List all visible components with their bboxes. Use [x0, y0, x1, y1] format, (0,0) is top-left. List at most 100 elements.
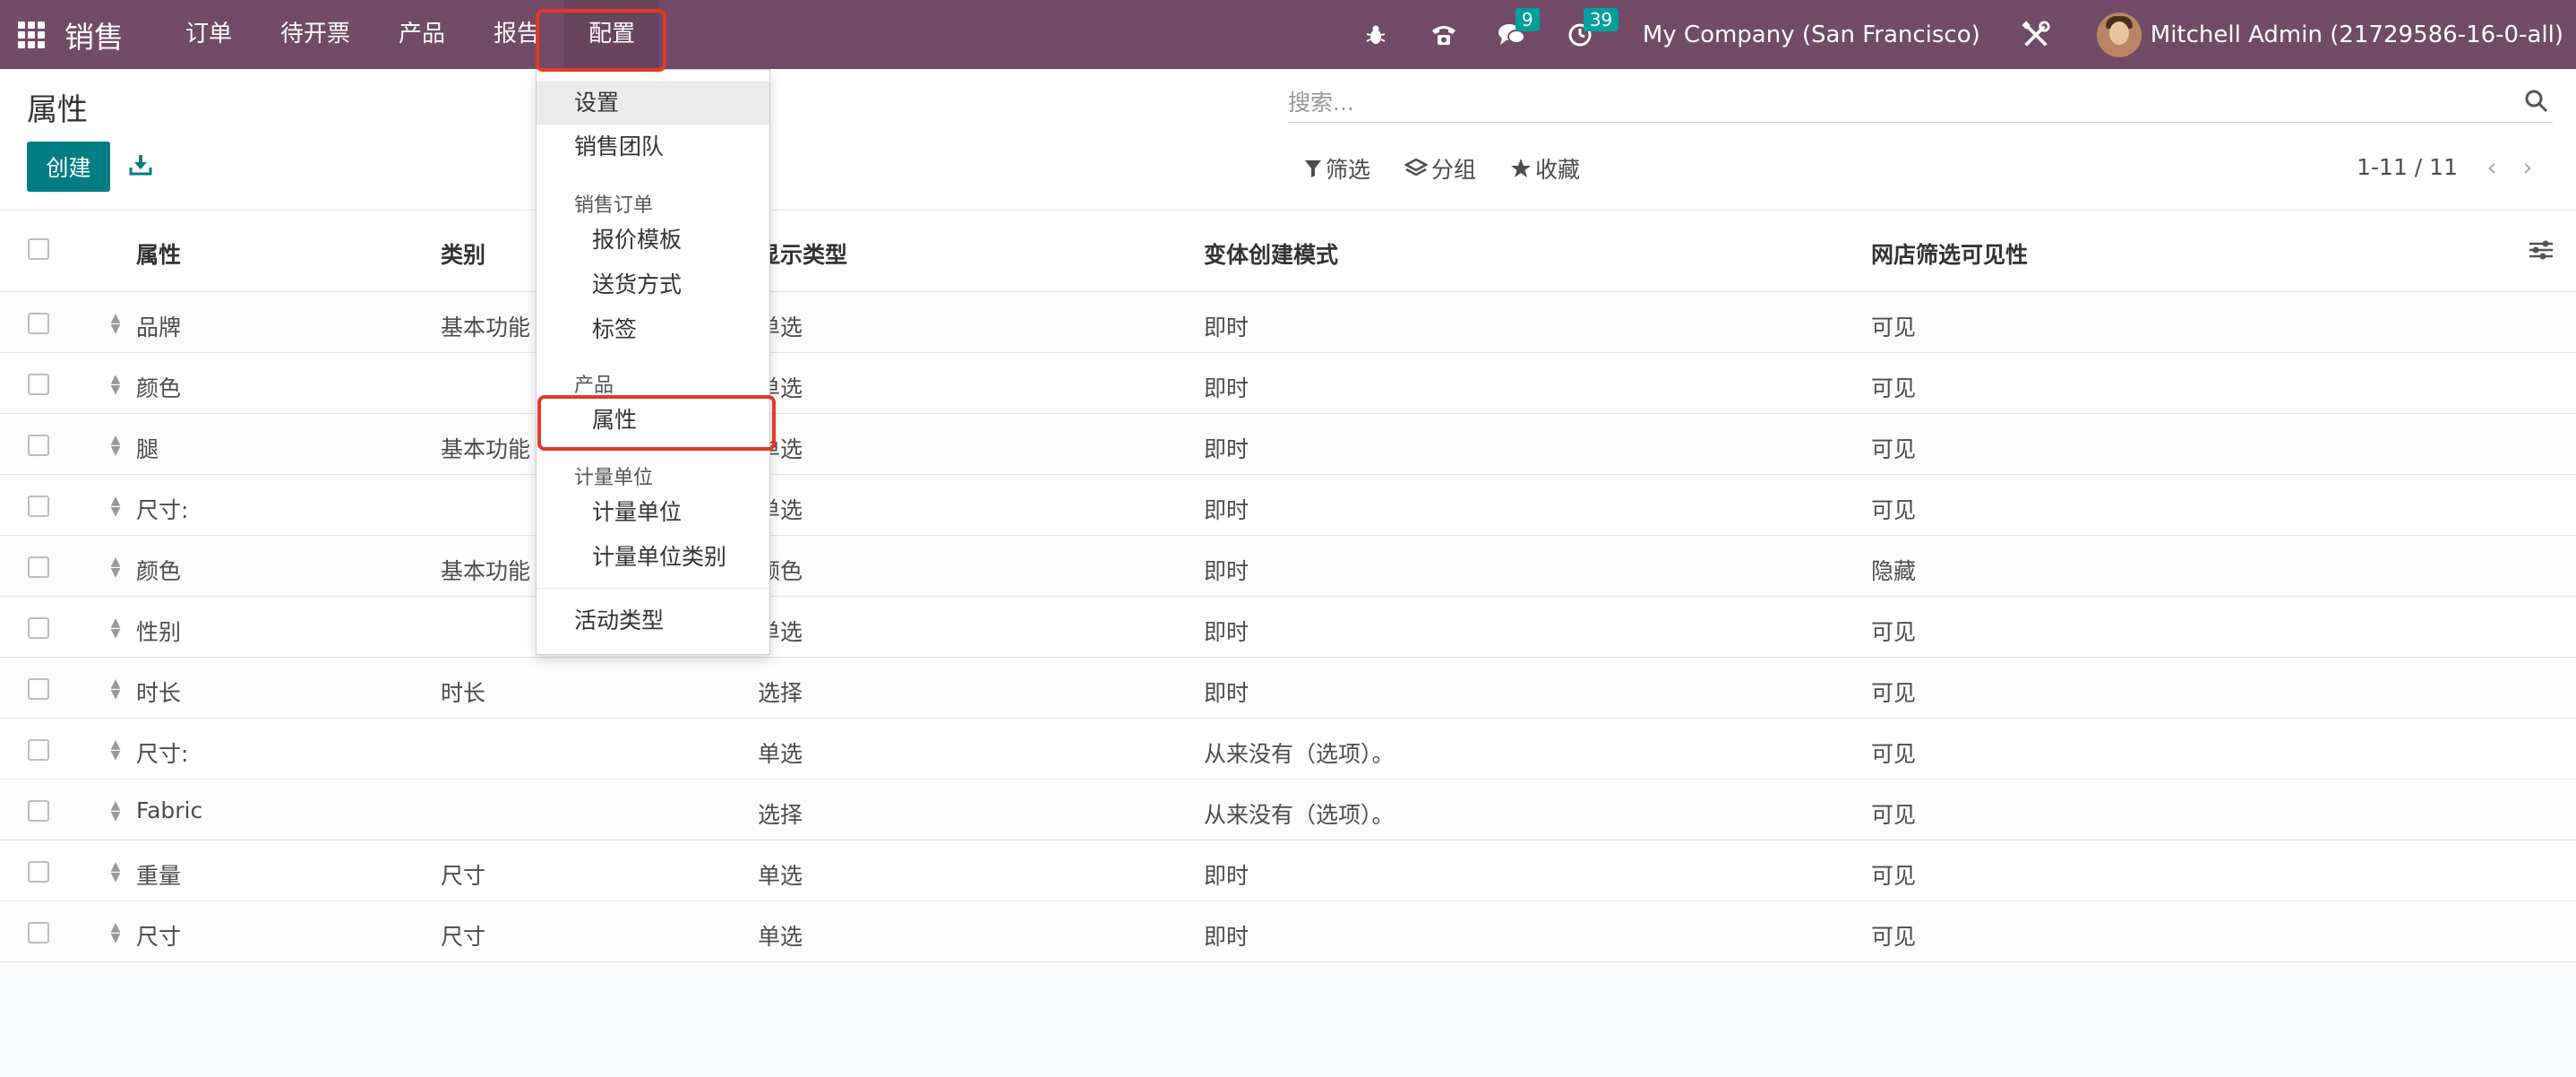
header-variant-creation[interactable]: 变体创建模式 — [1204, 237, 1338, 270]
menu-orders[interactable]: 订单 — [161, 0, 256, 69]
user-avatar[interactable] — [2096, 12, 2142, 57]
chevron-right-icon[interactable]: › — [2513, 152, 2542, 182]
drag-handle-icon[interactable]: ▲ ▼ — [108, 799, 123, 823]
cell-display-type: 单选 — [758, 863, 803, 889]
table-row[interactable]: ▲ ▼ 品牌 基本功能 单选 即时 可见 — [0, 292, 2576, 353]
drag-handle-icon[interactable]: ▲ ▼ — [108, 373, 123, 396]
cell-variant-creation: 即时 — [1204, 680, 1249, 706]
layers-icon — [1404, 158, 1429, 177]
optional-columns-icon[interactable] — [2528, 237, 2558, 264]
table-row[interactable]: ▲ ▼ 腿 基本功能 单选 即时 可见 — [0, 414, 2576, 475]
cell-variant-creation: 从来没有（选项）。 — [1204, 741, 1395, 767]
menu-to-invoice[interactable]: 待开票 — [256, 0, 374, 69]
drag-handle-icon[interactable]: ▲ ▼ — [108, 677, 123, 701]
cell-variant-creation: 即时 — [1204, 558, 1249, 584]
cell-display-type: 选择 — [758, 680, 803, 706]
drag-handle-icon[interactable]: ▲ ▼ — [108, 860, 123, 883]
search-bar — [1288, 83, 2553, 123]
debug-bug-icon[interactable] — [1361, 21, 1390, 49]
phone-icon[interactable] — [1430, 21, 1458, 49]
navbar-systray: 9 39 My Company (San Francisco) Mitchell… — [1342, 0, 2576, 69]
filters-button[interactable]: 筛选 — [1304, 152, 1370, 185]
cell-attribute: 腿 — [136, 436, 159, 462]
drag-handle-icon[interactable]: ▲ ▼ — [108, 434, 123, 457]
pager-value[interactable]: 1-11 / 11 — [2357, 154, 2458, 180]
table-row[interactable]: ▲ ▼ 重量 尺寸 单选 即时 可见 — [0, 840, 2576, 901]
row-checkbox[interactable] — [28, 922, 49, 943]
menu-section-sales-orders: 销售订单 — [574, 194, 654, 217]
row-checkbox[interactable] — [28, 739, 49, 761]
cell-visibility: 可见 — [1871, 497, 1917, 523]
menu-item-activity-types[interactable]: 活动类型 — [537, 599, 769, 642]
menu-item-quotation-templates[interactable]: 报价模板 — [537, 219, 769, 262]
group-by-button[interactable]: 分组 — [1404, 152, 1476, 185]
drag-handle-icon[interactable]: ▲ ▼ — [108, 495, 123, 518]
search-input[interactable] — [1288, 83, 2488, 121]
cell-display-type: 单选 — [758, 741, 803, 767]
drag-handle-icon[interactable]: ▲ ▼ — [108, 921, 123, 944]
drag-handle-icon[interactable]: ▲ ▼ — [108, 616, 123, 640]
row-checkbox[interactable] — [28, 556, 49, 578]
pager-arrows: ‹ › — [2470, 152, 2542, 182]
tools-icon[interactable] — [2022, 20, 2050, 49]
menu-item-tags[interactable]: 标签 — [537, 308, 769, 351]
header-category[interactable]: 类别 — [441, 237, 485, 270]
cell-variant-creation: 从来没有（选项）。 — [1204, 802, 1395, 828]
table-row[interactable]: ▲ ▼ 尺寸 尺寸 单选 即时 可见 — [0, 901, 2576, 962]
header-attribute[interactable]: 属性 — [136, 237, 181, 270]
menu-item-uom[interactable]: 计量单位 — [537, 491, 769, 534]
table-row[interactable]: ▲ ▼ 性别 单选 即时 可见 — [0, 597, 2576, 658]
header-display-type[interactable]: 显示类型 — [758, 237, 847, 270]
menu-item-delivery-methods[interactable]: 送货方式 — [537, 263, 769, 306]
cell-attribute: 尺寸: — [136, 497, 189, 523]
cell-visibility: 可见 — [1871, 436, 1917, 462]
company-switcher[interactable]: My Company (San Francisco) — [1643, 22, 1980, 48]
messages-badge: 9 — [1515, 7, 1540, 31]
header-ecommerce-visibility[interactable]: 网店筛选可见性 — [1871, 237, 2028, 270]
row-checkbox[interactable] — [28, 861, 49, 883]
row-checkbox[interactable] — [28, 374, 49, 395]
cell-attribute: Fabric — [136, 797, 203, 823]
table-row[interactable]: ▲ ▼ 尺寸: 单选 即时 可见 — [0, 475, 2576, 536]
menu-item-uom-categories[interactable]: 计量单位类别 — [537, 536, 769, 579]
menu-configuration[interactable]: 配置 — [564, 0, 660, 69]
apps-menu-icon[interactable] — [18, 21, 45, 48]
cell-visibility: 可见 — [1871, 619, 1917, 645]
row-checkbox[interactable] — [28, 617, 49, 639]
cell-attribute: 尺寸 — [136, 924, 182, 950]
menu-reporting[interactable]: 报告 — [469, 0, 564, 69]
row-checkbox[interactable] — [28, 435, 49, 456]
row-checkbox[interactable] — [28, 313, 49, 334]
table-row[interactable]: ▲ ▼ Fabric 选择 从来没有（选项）。 可见 — [0, 780, 2576, 840]
menu-products[interactable]: 产品 — [374, 0, 469, 69]
row-checkbox[interactable] — [28, 800, 49, 822]
table-row[interactable]: ▲ ▼ 尺寸: 单选 从来没有（选项）。 可见 — [0, 719, 2576, 780]
drag-handle-icon[interactable]: ▲ ▼ — [108, 556, 123, 579]
cell-display-type: 选择 — [758, 802, 803, 828]
table-row[interactable]: ▲ ▼ 时长 时长 选择 即时 可见 — [0, 658, 2576, 719]
create-button[interactable]: 创建 — [27, 142, 110, 192]
cell-display-type: 单选 — [758, 924, 803, 950]
menu-item-sales-teams[interactable]: 销售团队 — [537, 125, 769, 168]
cell-visibility: 可见 — [1871, 314, 1917, 340]
search-icon[interactable] — [2524, 89, 2551, 116]
favorites-button[interactable]: 收藏 — [1510, 152, 1580, 185]
messages-icon[interactable]: 9 — [1498, 7, 1540, 49]
row-checkbox[interactable] — [28, 495, 49, 517]
table-row[interactable]: ▲ ▼ 颜色 单选 即时 可见 — [0, 353, 2576, 414]
download-icon[interactable] — [127, 151, 154, 178]
drag-handle-icon[interactable]: ▲ ▼ — [108, 312, 123, 335]
menu-section-uom: 计量单位 — [574, 467, 654, 489]
table-header: 属性 类别 显示类型 变体创建模式 网店筛选可见性 — [0, 211, 2576, 292]
row-checkbox[interactable] — [28, 678, 49, 700]
menu-item-settings[interactable]: 设置 — [537, 82, 769, 125]
app-brand[interactable]: 销售 — [64, 13, 124, 56]
table-row[interactable]: ▲ ▼ 颜色 基本功能 颜色 即时 隐藏 — [0, 536, 2576, 597]
menu-item-attributes[interactable]: 属性 — [537, 399, 769, 442]
user-menu[interactable]: Mitchell Admin (21729586-16-0-all) — [2151, 22, 2563, 48]
select-all-checkbox[interactable] — [28, 238, 49, 260]
activities-clock-icon[interactable]: 39 — [1566, 7, 1619, 49]
cell-visibility: 可见 — [1871, 924, 1917, 950]
drag-handle-icon[interactable]: ▲ ▼ — [108, 738, 123, 762]
chevron-left-icon[interactable]: ‹ — [2477, 152, 2506, 182]
